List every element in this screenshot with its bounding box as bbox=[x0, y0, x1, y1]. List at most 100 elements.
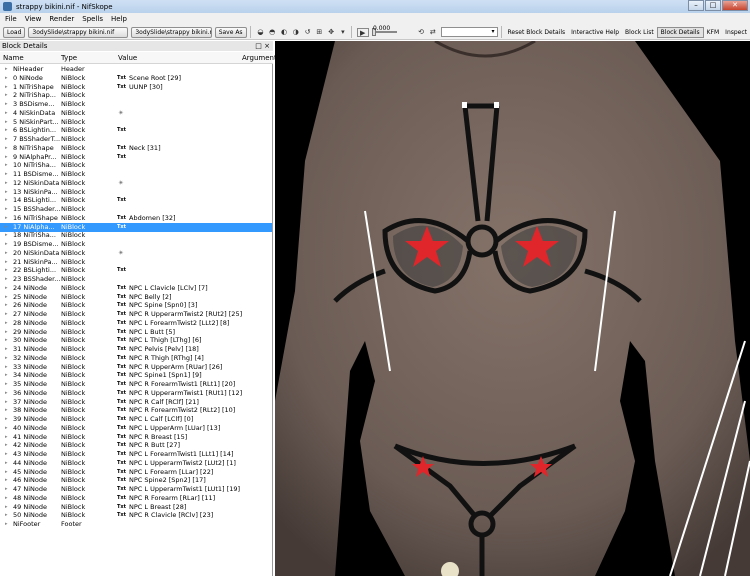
tree-row[interactable]: ▸ 34 NiNode NiBlock Txt NPC Spine1 [Spn1] [9… bbox=[0, 371, 272, 380]
tree-row[interactable]: ▸ 37 NiNode NiBlock Txt NPC R Calf [RClf] [2… bbox=[0, 398, 272, 407]
menu-help[interactable]: Help bbox=[111, 15, 127, 23]
tree-row[interactable]: ▸ 50 NiNode NiBlock Txt NPC R Clavicle [RClv… bbox=[0, 511, 272, 520]
expand-arrow-icon[interactable]: ▸ bbox=[5, 328, 8, 337]
expand-arrow-icon[interactable]: ▸ bbox=[5, 511, 8, 520]
column-type[interactable]: Type bbox=[61, 52, 77, 64]
load-path-field[interactable]: 3odySlide\strappy bikini.nif bbox=[28, 26, 129, 38]
tree-row[interactable]: ▸ 27 NiNode NiBlock Txt NPC R UpperarmTwist2… bbox=[0, 310, 272, 319]
tree-row[interactable]: ▸ 41 NiNode NiBlock Txt NPC R Breast [15] bbox=[0, 433, 272, 442]
menu-file[interactable]: File bbox=[5, 15, 17, 23]
save-path-field[interactable]: 3odySlide\strappy bikini.nif bbox=[131, 26, 212, 38]
reset-block-details-button[interactable]: Reset Block Details bbox=[505, 27, 569, 38]
tree-row[interactable]: ▸ 46 NiNode NiBlock Txt NPC Spine2 [Spn2] [1… bbox=[0, 476, 272, 485]
tree-row[interactable]: ▸ 22 BSLighti... NiBlock Txt bbox=[0, 266, 272, 275]
tree-row[interactable]: ▸ 48 NiNode NiBlock Txt NPC R Forearm [RLar]… bbox=[0, 494, 272, 503]
expand-arrow-icon[interactable]: ▸ bbox=[5, 196, 8, 205]
tree-row[interactable]: ▸ 17 NiAlpha... NiBlock Txt bbox=[0, 222, 272, 232]
maximize-button[interactable]: □ bbox=[705, 0, 721, 11]
expand-arrow-icon[interactable]: ▸ bbox=[5, 310, 8, 319]
tree-row[interactable]: ▸ 29 NiNode NiBlock Txt NPC L Butt [5] bbox=[0, 328, 272, 337]
tree-row[interactable]: ▸ 10 NiTriSha... NiBlock bbox=[0, 161, 272, 170]
menu-spells[interactable]: Spells bbox=[82, 15, 103, 23]
expand-arrow-icon[interactable]: ▸ bbox=[5, 266, 8, 275]
expand-arrow-icon[interactable]: ▸ bbox=[5, 441, 8, 450]
tree-row[interactable]: ▸ 31 NiNode NiBlock Txt NPC Pelvis [Pelv] [1… bbox=[0, 345, 272, 354]
expand-arrow-icon[interactable]: ▸ bbox=[5, 188, 8, 197]
expand-arrow-icon[interactable]: ▸ bbox=[5, 476, 8, 485]
expand-arrow-icon[interactable]: ▸ bbox=[5, 301, 8, 310]
view-user-icon[interactable]: ◑ bbox=[291, 28, 301, 37]
expand-arrow-icon[interactable]: ▸ bbox=[5, 135, 8, 144]
tree-row[interactable]: ▸ 43 NiNode NiBlock Txt NPC L ForearmTwist1 … bbox=[0, 450, 272, 459]
expand-arrow-icon[interactable]: ▸ bbox=[5, 450, 8, 459]
close-button[interactable]: ✕ bbox=[722, 0, 748, 11]
tree-row[interactable]: ▸ 32 NiNode NiBlock Txt NPC R Thigh [RThg] [… bbox=[0, 354, 272, 363]
tab-kfm[interactable]: KFM bbox=[704, 27, 723, 38]
tab-block-details[interactable]: Block Details bbox=[656, 26, 704, 38]
expand-arrow-icon[interactable]: ▸ bbox=[5, 144, 8, 153]
expand-arrow-icon[interactable]: ▸ bbox=[5, 363, 8, 372]
expand-arrow-icon[interactable]: ▸ bbox=[5, 319, 8, 328]
expand-arrow-icon[interactable]: ▸ bbox=[5, 468, 8, 477]
view-side-icon[interactable]: ◐ bbox=[279, 28, 289, 37]
perspective-icon[interactable]: ⊞ bbox=[314, 28, 324, 37]
tree-row[interactable]: ▸ 36 NiNode NiBlock Txt NPC R UpperarmTwist1… bbox=[0, 389, 272, 398]
expand-arrow-icon[interactable]: ▸ bbox=[5, 275, 8, 284]
tree-row[interactable]: ▸ 14 BSLighti... NiBlock Txt bbox=[0, 196, 272, 205]
expand-arrow-icon[interactable]: ▸ bbox=[5, 214, 8, 223]
expand-arrow-icon[interactable]: ▸ bbox=[5, 336, 8, 345]
tree-row[interactable]: ▸ 30 NiNode NiBlock Txt NPC L Thigh [LThg] [… bbox=[0, 336, 272, 345]
expand-arrow-icon[interactable]: ▸ bbox=[5, 83, 8, 92]
expand-arrow-icon[interactable]: ▸ bbox=[5, 118, 8, 127]
tree-row[interactable]: ▸ 20 NiSkinData NiBlock ✴ bbox=[0, 249, 272, 258]
tree-row[interactable]: ▸ 45 NiNode NiBlock Txt NPC L Forearm [LLar]… bbox=[0, 468, 272, 477]
tree-row[interactable]: ▸ 2 NiTriShap... NiBlock bbox=[0, 91, 272, 100]
tree-row[interactable]: ▸ 19 BSDisme... NiBlock bbox=[0, 240, 272, 249]
expand-arrow-icon[interactable]: ▸ bbox=[5, 249, 8, 258]
tree-row[interactable]: ▸ 0 NiNode NiBlock Txt Scene Root [29] bbox=[0, 74, 272, 83]
walk-icon[interactable]: ✥ bbox=[326, 28, 336, 37]
expand-arrow-icon[interactable]: ▸ bbox=[5, 406, 8, 415]
expand-arrow-icon[interactable]: ▸ bbox=[5, 380, 8, 389]
expand-arrow-icon[interactable]: ▸ bbox=[5, 109, 8, 118]
view-top-icon[interactable]: ◒ bbox=[256, 28, 266, 37]
expand-arrow-icon[interactable]: ▸ bbox=[5, 485, 8, 494]
tree-row[interactable]: ▸ 42 NiNode NiBlock Txt NPC R Butt [27] bbox=[0, 441, 272, 450]
tree-row[interactable]: ▸ 35 NiNode NiBlock Txt NPC R ForearmTwist1 … bbox=[0, 380, 272, 389]
tree-row[interactable]: ▸ 26 NiNode NiBlock Txt NPC Spine [Spn0] [3] bbox=[0, 301, 272, 310]
expand-arrow-icon[interactable]: ▸ bbox=[5, 415, 8, 424]
tree-row[interactable]: ▸ 40 NiNode NiBlock Txt NPC L UpperArm [LUar… bbox=[0, 424, 272, 433]
save-as-button[interactable]: Save As bbox=[214, 26, 247, 38]
tree-row[interactable]: ▸ 15 BSShader... NiBlock bbox=[0, 205, 272, 214]
switch-icon[interactable]: ⇄ bbox=[428, 28, 438, 37]
animation-dropdown[interactable]: ▾ bbox=[440, 27, 498, 37]
tree-row[interactable]: ▸ 39 NiNode NiBlock Txt NPC L Calf [LClf] [0… bbox=[0, 415, 272, 424]
tree-row[interactable]: ▸ 33 NiNode NiBlock Txt NPC R UpperArm [RUar… bbox=[0, 363, 272, 372]
column-argument[interactable]: Argument bbox=[242, 52, 277, 64]
tree-row[interactable]: ▸ 18 NiTriSha... NiBlock bbox=[0, 231, 272, 240]
view-dropdown-icon[interactable]: ▾ bbox=[338, 28, 348, 37]
expand-arrow-icon[interactable]: ▸ bbox=[5, 161, 8, 170]
loop-icon[interactable]: ⟲ bbox=[416, 28, 426, 37]
tree-row[interactable]: ▸ 12 NiSkinData NiBlock ✴ bbox=[0, 179, 272, 188]
tree-row[interactable]: ▸ 3 BSDisme... NiBlock bbox=[0, 100, 272, 109]
expand-arrow-icon[interactable]: ▸ bbox=[5, 433, 8, 442]
expand-arrow-icon[interactable]: ▸ bbox=[5, 459, 8, 468]
tree-row[interactable]: ▸ NiHeader Header bbox=[0, 65, 272, 74]
tree-row[interactable]: ▸ 13 NiSkinPa... NiBlock bbox=[0, 188, 272, 197]
expand-arrow-icon[interactable]: ▸ bbox=[5, 205, 8, 214]
tree-row[interactable]: ▸ 11 BSDisme... NiBlock bbox=[0, 170, 272, 179]
tree-row[interactable]: ▸ 9 NiAlphaPr... NiBlock Txt bbox=[0, 153, 272, 162]
tree-row[interactable]: ▸ 4 NiSkinData NiBlock ✴ bbox=[0, 109, 272, 118]
expand-arrow-icon[interactable]: ▸ bbox=[5, 126, 8, 135]
expand-arrow-icon[interactable]: ▸ bbox=[5, 503, 8, 512]
expand-arrow-icon[interactable]: ▸ bbox=[5, 231, 8, 240]
tree-row[interactable]: ▸ 28 NiNode NiBlock Txt NPC L ForearmTwist2 … bbox=[0, 319, 272, 328]
tree-row[interactable]: ▸ 5 NiSkinPart... NiBlock bbox=[0, 118, 272, 127]
tree-row[interactable]: ▸ 7 BSShaderT... NiBlock bbox=[0, 135, 272, 144]
tree-row[interactable]: ▸ 25 NiNode NiBlock Txt NPC Belly [2] bbox=[0, 293, 272, 302]
column-value[interactable]: Value bbox=[118, 52, 137, 64]
column-name[interactable]: Name bbox=[3, 52, 24, 64]
tab-interactive-help[interactable]: Interactive Help bbox=[568, 27, 622, 38]
expand-arrow-icon[interactable]: ▸ bbox=[5, 223, 8, 232]
